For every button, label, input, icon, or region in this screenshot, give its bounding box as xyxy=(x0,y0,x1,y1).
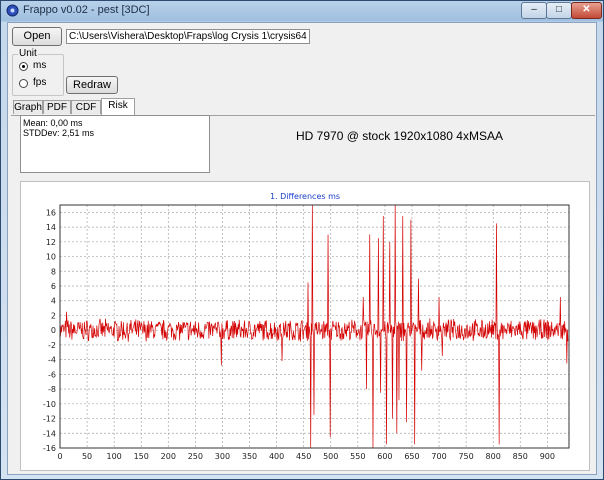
x-tick-label: 700 xyxy=(431,452,446,461)
x-tick-label: 400 xyxy=(269,452,284,461)
stats-mean: Mean: 0,00 ms xyxy=(23,118,83,128)
series-line xyxy=(59,204,569,449)
maximize-button[interactable]: □ xyxy=(546,2,572,19)
y-tick-label: 6 xyxy=(51,282,56,291)
x-tick-label: 850 xyxy=(513,452,528,461)
close-button[interactable]: ✕ xyxy=(571,2,602,19)
y-tick-label: 12 xyxy=(46,238,56,247)
x-tick-label: 100 xyxy=(107,452,122,461)
y-tick-label: 2 xyxy=(51,311,56,320)
x-tick-label: 500 xyxy=(323,452,338,461)
y-tick-label: -12 xyxy=(43,415,56,424)
y-tick-label: 8 xyxy=(51,267,56,276)
radio-selected-dot xyxy=(22,65,25,68)
x-tick-label: 750 xyxy=(458,452,473,461)
chart-title: 1. Differences ms xyxy=(270,192,340,201)
minimize-button[interactable]: – xyxy=(521,2,547,19)
x-tick-label: 550 xyxy=(350,452,365,461)
tab-graph[interactable]: Graph xyxy=(13,100,43,114)
x-tick-label: 200 xyxy=(161,452,176,461)
redraw-button[interactable]: Redraw xyxy=(66,76,118,94)
x-tick-label: 350 xyxy=(242,452,257,461)
y-tick-label: -14 xyxy=(43,429,56,438)
y-tick-label: -10 xyxy=(43,400,56,409)
differences-chart: 1. Differences ms 0 50 100 150 200 250 300 350 4… xyxy=(43,192,570,461)
x-tick-label: 0 xyxy=(57,452,62,461)
config-headline: HD 7970 @ stock 1920x1080 4xMSAA xyxy=(296,129,503,143)
stats-textbox[interactable]: Mean: 0,00 ms STDDev: 2,51 ms xyxy=(20,115,210,173)
y-tick-label: 14 xyxy=(46,223,56,232)
x-tick-label: 900 xyxy=(540,452,555,461)
x-tick-label: 650 xyxy=(404,452,419,461)
x-tick-label: 150 xyxy=(134,452,149,461)
radio-ms-label[interactable]: ms xyxy=(33,60,46,71)
series-layer xyxy=(59,204,569,449)
tab-pdf[interactable]: PDF xyxy=(43,100,71,114)
y-tick-label: 0 xyxy=(51,326,56,335)
x-tick-label: 800 xyxy=(486,452,501,461)
x-tick-label: 600 xyxy=(377,452,392,461)
window-title: Frappo v0.02 - pest [3DC] xyxy=(23,4,150,16)
file-path-field[interactable]: C:\Users\Vishera\Desktop\Fraps\log Crysi… xyxy=(66,29,310,44)
stats-stddev: STDDev: 2,51 ms xyxy=(23,128,95,138)
radio-fps-label[interactable]: fps xyxy=(33,77,46,88)
y-tick-label: -6 xyxy=(48,370,56,379)
tab-strip: Graph PDF CDF Risk xyxy=(11,98,595,116)
x-tick-label: 250 xyxy=(188,452,203,461)
y-tick-label: -16 xyxy=(43,444,56,453)
client-area: Open C:\Users\Vishera\Desktop\Fraps\log … xyxy=(7,22,597,475)
x-tick-label: 50 xyxy=(82,452,92,461)
open-button[interactable]: Open xyxy=(12,27,62,46)
x-tick-label: 300 xyxy=(215,452,230,461)
unit-group-title: Unit xyxy=(18,48,38,59)
chart-panel: 1. Differences ms 0 50 100 150 200 250 300 350 4… xyxy=(20,181,590,471)
x-tick-label: 450 xyxy=(296,452,311,461)
tab-risk[interactable]: Risk xyxy=(101,98,135,115)
unit-group: Unit ms fps xyxy=(12,48,64,96)
y-tick-label: 10 xyxy=(46,253,56,262)
title-bar[interactable]: Frappo v0.02 - pest [3DC] – □ ✕ xyxy=(1,1,603,21)
y-tick-label: 16 xyxy=(46,208,56,217)
tab-cdf[interactable]: CDF xyxy=(71,100,101,114)
y-tick-label: -4 xyxy=(48,356,56,365)
radio-ms[interactable] xyxy=(19,62,28,71)
frappo-app-icon xyxy=(6,4,19,17)
y-tick-label: -8 xyxy=(48,385,56,394)
app-window: Frappo v0.02 - pest [3DC] – □ ✕ Open C:\… xyxy=(0,0,604,480)
y-tick-label: -2 xyxy=(48,341,56,350)
radio-fps[interactable] xyxy=(19,79,28,88)
y-tick-label: 4 xyxy=(51,297,56,306)
